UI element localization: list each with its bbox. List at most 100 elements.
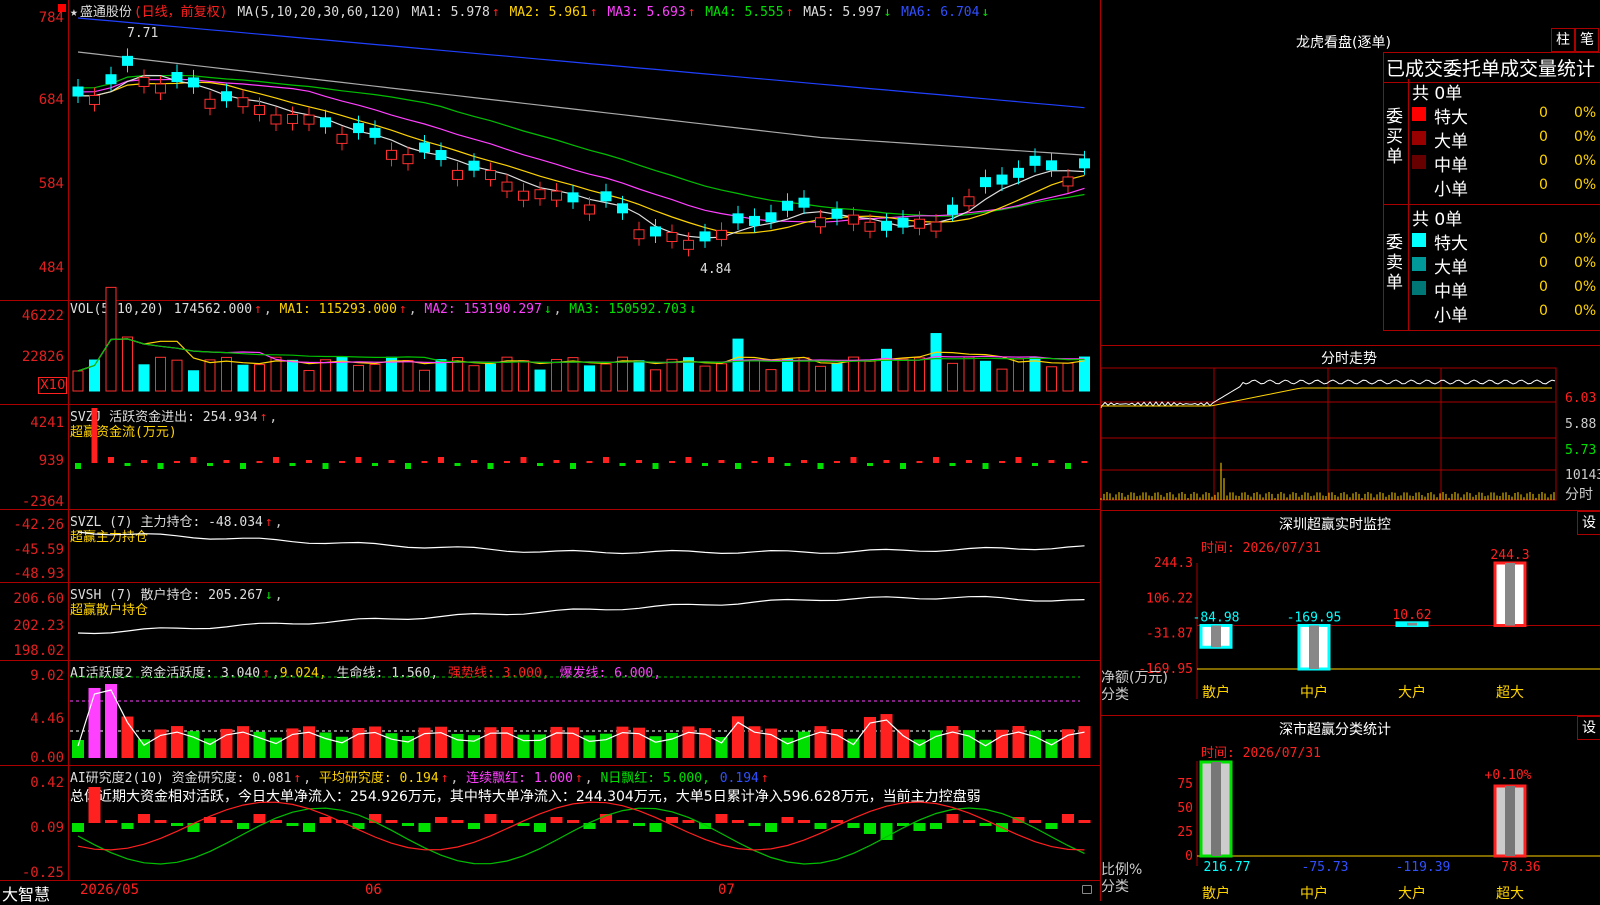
volume-bar	[122, 336, 133, 392]
svzj-bar	[1048, 460, 1055, 463]
svsh-line	[77, 595, 1085, 635]
activity-bar	[88, 687, 101, 758]
volume-bar	[848, 356, 859, 392]
research-bar	[187, 823, 200, 832]
svzj-bar	[454, 463, 461, 466]
order-percent: 0%	[1574, 231, 1597, 247]
tab-column[interactable]: 柱	[1551, 28, 1575, 52]
intraday-tick: 6.03	[1565, 391, 1597, 406]
candle-body	[617, 203, 628, 214]
candle-body	[666, 232, 678, 243]
class-bar-chart: 7550250216.77散户-75.73中户-119.39大户78.36超大+…	[1177, 760, 1600, 902]
monitor-bar-shade	[1505, 563, 1515, 626]
research-bar	[1078, 820, 1091, 823]
color-swatch	[1412, 155, 1426, 169]
candle-body	[534, 189, 546, 200]
research-bar	[121, 823, 134, 829]
research-bar	[748, 823, 761, 826]
monitor-bar-label: -169.95	[1287, 611, 1342, 626]
research-bar	[765, 823, 777, 832]
activity-bar	[897, 729, 909, 758]
candle-body	[254, 105, 265, 116]
monitor-bar-shade	[1211, 625, 1221, 648]
research-bar	[699, 823, 711, 829]
research-bar	[154, 820, 167, 823]
ai-activity-panel[interactable]: 9.02 4.46 0.00 AI活跃度2 资金活跃度: 3.040 ↑ ,9.02…	[0, 660, 1100, 766]
volume-panel[interactable]: 46222 22826 X10 VOL(5,10,20) 174562.000 ↑…	[0, 286, 1100, 405]
candle-body	[237, 97, 249, 108]
svzj-bar	[702, 463, 708, 466]
svzj-bar	[751, 461, 758, 463]
volume-bar	[402, 359, 414, 392]
color-swatch	[1412, 305, 1426, 319]
volume-bar	[666, 358, 678, 392]
activity-bar	[699, 728, 711, 758]
tab-tick[interactable]: 笔	[1575, 28, 1599, 52]
volume-bar	[270, 356, 282, 392]
research-bar	[616, 820, 629, 823]
order-count: 0	[1539, 177, 1548, 193]
research-bar	[88, 787, 101, 823]
candle-body	[551, 190, 562, 201]
activity-bar	[418, 727, 431, 758]
svzj-bar	[421, 461, 428, 463]
candle-body	[584, 204, 595, 215]
volume-bar	[287, 359, 298, 392]
svzj-panel[interactable]: 4241 939 -2364 SVZJ 活跃资金进出: 254.934 ↑, 超赢…	[0, 404, 1100, 510]
ai-research-chart	[72, 787, 1091, 865]
candle-body	[798, 197, 810, 208]
order-type-label: 中单	[1434, 156, 1468, 176]
intraday-panel[interactable]: 分时走势 6.03 5.88 5.73 10143 分时	[1100, 345, 1600, 511]
candle-body	[435, 150, 447, 161]
order-percent: 0%	[1574, 105, 1597, 121]
svzl-panel[interactable]: -42.26 -45.59 -48.93 SVZL (7) 主力持仓: -48.…	[0, 509, 1100, 583]
price-panel[interactable]: 784 684 584 484 ★ 盛通股份 (日线，前复权) MA(5,10,20…	[0, 0, 1100, 300]
monitor-bar-shade	[1309, 625, 1319, 669]
svzj-bar	[174, 461, 180, 463]
candle-body	[303, 114, 315, 125]
svzj-bar	[817, 463, 824, 469]
activity-bar	[484, 727, 497, 758]
class-xlabel: 分类	[1101, 879, 1129, 895]
candle-body	[336, 133, 348, 144]
volume-bar	[881, 348, 892, 392]
research-bar	[1045, 823, 1058, 829]
buy-block: 委买单 共 0单 特大 0 0% 大单 0 0% 中单 0 0% 小单 0 0%	[1383, 79, 1600, 205]
monitor-category: 散户	[1202, 684, 1230, 701]
volume-bar	[485, 363, 496, 392]
order-count: 0	[1539, 279, 1548, 295]
svzl-chart	[77, 531, 1085, 555]
svsh-panel[interactable]: 206.60 202.23 198.02 SVSH (7) 散户持仓: 205.…	[0, 582, 1100, 661]
class-tick: 75	[1177, 777, 1193, 792]
svzj-bar	[685, 457, 692, 463]
research-bar	[253, 814, 266, 823]
lock-icon[interactable]	[1082, 885, 1092, 894]
class-bar-label: 78.36	[1501, 860, 1540, 875]
research-bar	[484, 814, 497, 823]
research-bar	[1062, 814, 1074, 823]
volume-bar	[600, 363, 612, 392]
candle-body	[881, 220, 892, 231]
research-bar	[633, 823, 645, 826]
activity-bar	[930, 730, 942, 758]
ai-research-panel[interactable]: 0.42 0.09 -0.25 AI研究度2(10) 资金研究度: 0.081 ↑…	[0, 765, 1100, 881]
monitor-tick: -31.87	[1146, 627, 1193, 642]
research-bar	[501, 820, 513, 823]
order-type-label: 特大	[1434, 108, 1468, 128]
research-bar	[583, 823, 596, 829]
activity-bar	[946, 726, 959, 758]
order-type-label: 小单	[1434, 180, 1468, 200]
volume-bar	[930, 333, 942, 392]
order-count: 0	[1539, 129, 1548, 145]
activity-bar	[979, 739, 992, 758]
candle-body	[699, 231, 711, 242]
color-swatch	[1412, 131, 1426, 145]
volume-chart	[72, 286, 1090, 392]
volume-bar	[996, 368, 1008, 392]
class-stat-panel[interactable]: 深市超赢分类统计 设 时间: 2026/07/31 75 50 25 0 216.77 散…	[1100, 715, 1600, 902]
monitor-panel[interactable]: 深圳超赢实时监控 设 时间: 2026/07/31 244.3 106.22 -31…	[1100, 510, 1600, 716]
candle-body	[105, 74, 117, 85]
research-bar	[402, 823, 414, 826]
order-percent: 0%	[1574, 255, 1597, 271]
research-bar	[286, 823, 299, 826]
